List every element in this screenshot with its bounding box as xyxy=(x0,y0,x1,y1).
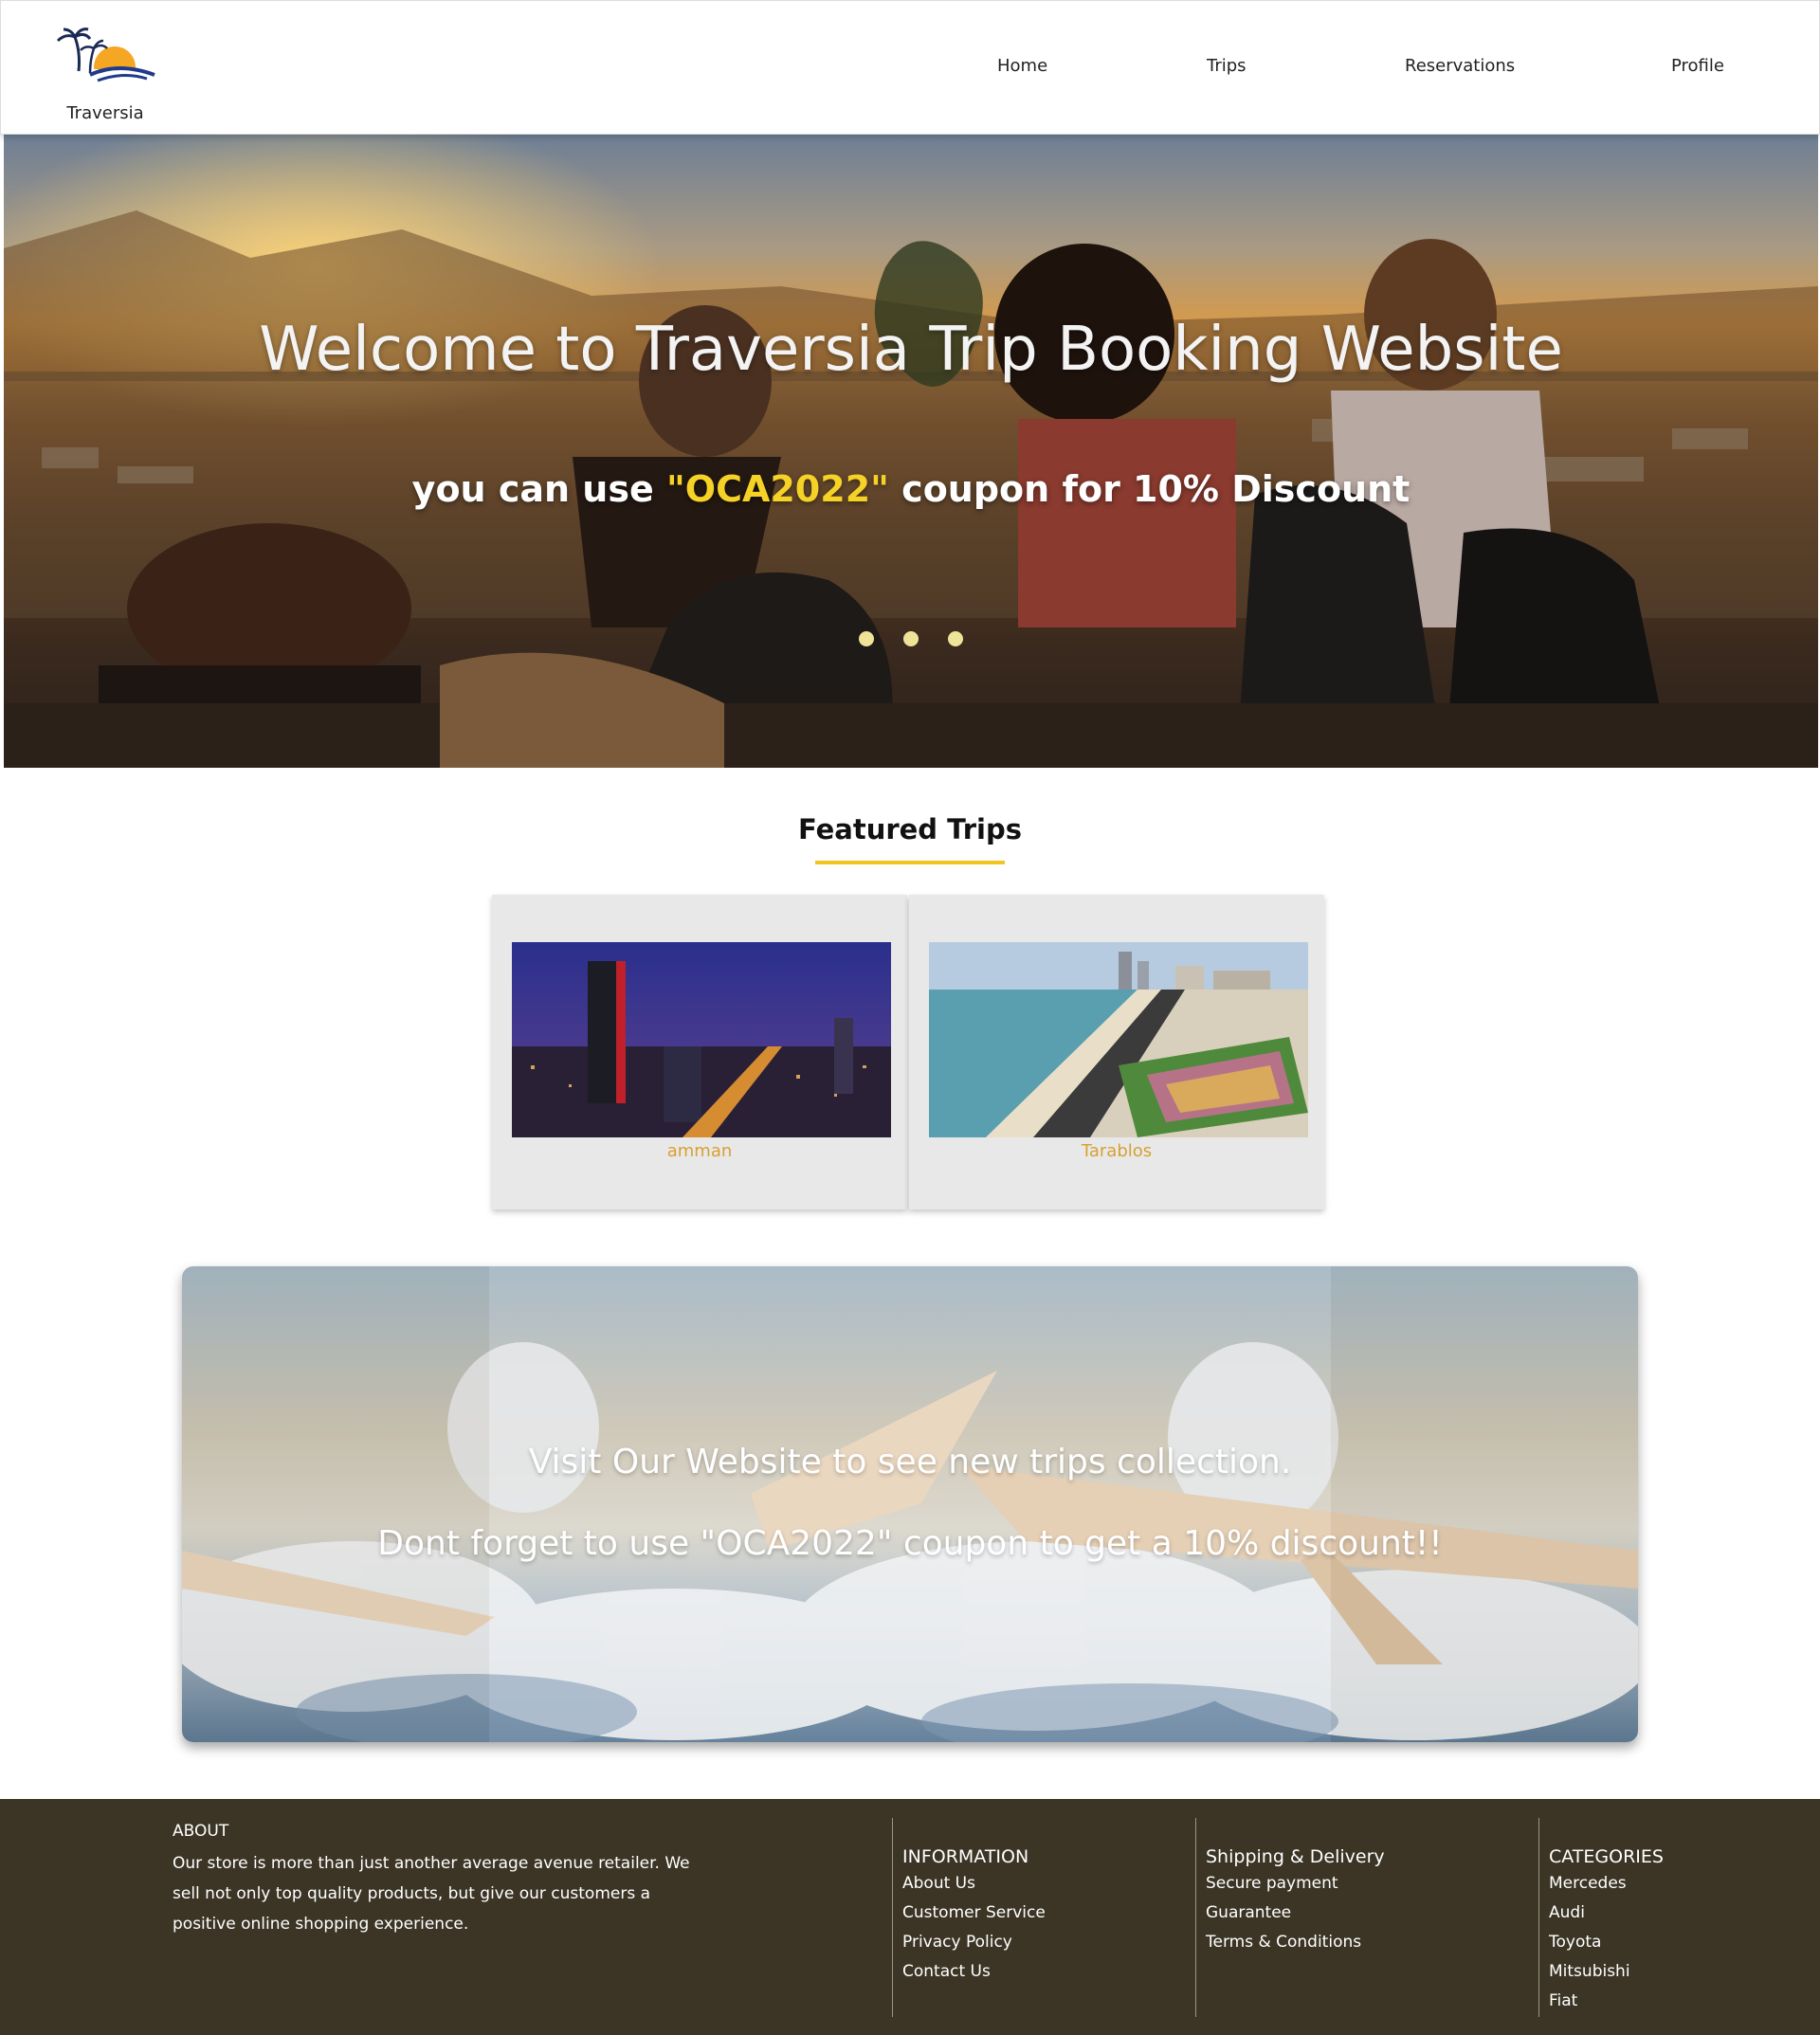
footer-categories: CATEGORIES Mercedes Audi Toyota Mitsubis… xyxy=(1538,1818,1786,2017)
palm-sunset-logo-icon xyxy=(52,27,158,90)
hero-coupon-code: "OCA2022" xyxy=(665,468,889,510)
hero-subtitle-prefix: you can use xyxy=(411,468,666,510)
promo-line-2: Dont forget to use "OCA2022" coupon to g… xyxy=(377,1524,1443,1563)
carousel-indicators xyxy=(4,631,1818,650)
footer-shipping: Shipping & Delivery Secure payment Guara… xyxy=(1195,1818,1528,2017)
footer: ABOUT Our store is more than just anothe… xyxy=(0,1799,1820,2035)
footer-categories-heading: CATEGORIES xyxy=(1549,1846,1664,1867)
carousel-dot-3[interactable] xyxy=(948,631,964,646)
footer-information-heading: INFORMATION xyxy=(902,1846,1029,1867)
trip-card-amman[interactable]: amman xyxy=(492,895,907,1209)
footer-link-mercedes[interactable]: Mercedes xyxy=(1549,1869,1786,1899)
footer-link-customer-service[interactable]: Customer Service xyxy=(902,1899,1187,1928)
trip-name-tarablos[interactable]: Tarablos xyxy=(909,1141,1324,1161)
carousel-dot-2[interactable] xyxy=(903,631,919,646)
footer-link-about-us[interactable]: About Us xyxy=(902,1869,1187,1899)
promo-line-1: Visit Our Website to see new trips colle… xyxy=(528,1443,1292,1481)
promo-background-image xyxy=(182,1266,1638,1742)
trip-image-tarablos[interactable] xyxy=(929,942,1308,1137)
featured-heading-underline xyxy=(815,861,1005,864)
hero-title: Welcome to Traversia Trip Booking Websit… xyxy=(259,315,1563,385)
hero-subtitle-suffix: coupon for 10% Discount xyxy=(888,468,1410,510)
featured-trips-list: amman Tarablos xyxy=(492,895,1328,1209)
footer-link-privacy-policy[interactable]: Privacy Policy xyxy=(902,1928,1187,1957)
trip-name-amman[interactable]: amman xyxy=(492,1141,907,1161)
carousel-dot-1[interactable] xyxy=(858,631,874,646)
navbar: Traversia Home Trips Reservations Profil… xyxy=(0,0,1820,135)
footer-about: ABOUT Our store is more than just anothe… xyxy=(173,1822,703,1939)
footer-link-secure-payment[interactable]: Secure payment xyxy=(1206,1869,1528,1899)
footer-about-heading: ABOUT xyxy=(173,1822,229,1841)
nav-profile[interactable]: Profile xyxy=(1671,56,1724,76)
nav-reservations[interactable]: Reservations xyxy=(1405,56,1515,76)
nav-home[interactable]: Home xyxy=(997,56,1047,76)
footer-link-guarantee[interactable]: Guarantee xyxy=(1206,1899,1528,1928)
footer-link-mitsubishi[interactable]: Mitsubishi xyxy=(1549,1957,1786,1987)
nav-trips[interactable]: Trips xyxy=(1207,56,1247,76)
footer-information: INFORMATION About Us Customer Service Pr… xyxy=(892,1818,1187,2017)
footer-link-terms[interactable]: Terms & Conditions xyxy=(1206,1928,1528,1957)
trip-image-amman[interactable] xyxy=(512,942,891,1137)
footer-about-text: Our store is more than just another aver… xyxy=(173,1854,690,1934)
footer-link-audi[interactable]: Audi xyxy=(1549,1899,1786,1928)
footer-shipping-heading: Shipping & Delivery xyxy=(1206,1846,1385,1867)
promo-banner: Visit Our Website to see new trips colle… xyxy=(182,1266,1638,1742)
trip-card-tarablos[interactable]: Tarablos xyxy=(909,895,1324,1209)
footer-link-contact-us[interactable]: Contact Us xyxy=(902,1957,1187,1987)
featured-trips-heading: Featured Trips xyxy=(797,813,1023,845)
footer-link-fiat[interactable]: Fiat xyxy=(1549,1987,1786,2016)
hero-carousel: Welcome to Traversia Trip Booking Websit… xyxy=(4,135,1818,768)
brand-name: Traversia xyxy=(66,103,144,123)
footer-link-toyota[interactable]: Toyota xyxy=(1549,1928,1786,1957)
hero-background-image xyxy=(4,210,1818,768)
hero-subtitle: you can use "OCA2022" coupon for 10% Dis… xyxy=(4,468,1818,510)
brand[interactable]: Traversia xyxy=(52,27,158,123)
